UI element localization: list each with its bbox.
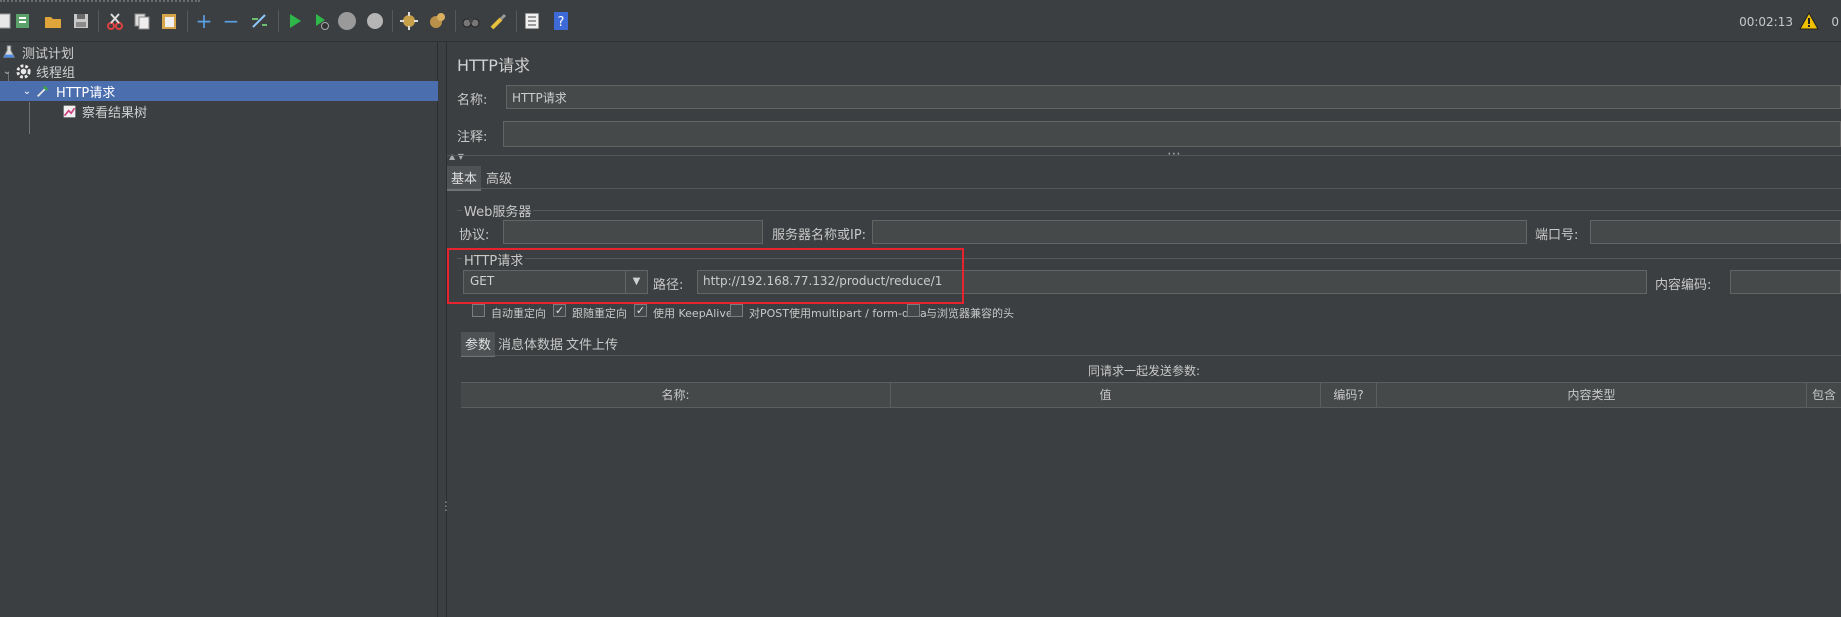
warning-icon[interactable] xyxy=(1799,12,1819,30)
search-icon[interactable] xyxy=(460,10,482,32)
subtab-divider xyxy=(461,355,1841,356)
collapse-icon[interactable]: − xyxy=(220,10,242,32)
content-encoding-field[interactable] xyxy=(1730,270,1841,294)
auto-redirect-checkbox[interactable] xyxy=(472,304,485,317)
comment-label: 注释: xyxy=(457,130,488,145)
params-table-body[interactable] xyxy=(461,408,1841,617)
divider-grip-icon[interactable]: ⋯ xyxy=(1167,146,1181,162)
tab-parameters[interactable]: 参数 xyxy=(461,332,496,357)
keepalive-label: 使用 KeepAlive xyxy=(653,307,733,320)
tab-advanced[interactable]: 高级 xyxy=(482,166,516,189)
column-value[interactable]: 值 xyxy=(891,383,1321,407)
column-name[interactable]: 名称: xyxy=(461,383,891,407)
toolbar-separator xyxy=(392,10,393,32)
shutdown-icon[interactable] xyxy=(364,10,386,32)
params-table-header: 名称: 值 编码? 内容类型 包含 xyxy=(461,382,1841,408)
svg-text:?: ? xyxy=(558,15,565,30)
tab-divider xyxy=(447,188,1841,189)
tree-item-http-request[interactable]: ⌄ HTTP请求 xyxy=(0,81,438,101)
http-request-panel: HTTP请求 名称: HTTP请求 注释: ▲ ▼ ⋯ 基本 高级 Web服务器… xyxy=(447,42,1841,617)
function-helper-icon[interactable] xyxy=(521,10,543,32)
open-icon[interactable] xyxy=(42,10,64,32)
browser-headers-checkbox[interactable] xyxy=(907,304,920,317)
keepalive-checkbox[interactable]: ✓ xyxy=(634,304,647,317)
column-include[interactable]: 包含 xyxy=(1807,383,1841,407)
params-caption: 同请求一起发送参数: xyxy=(1087,364,1201,378)
web-server-group-title: Web服务器 xyxy=(462,201,534,220)
tab-body-data[interactable]: 消息体数据 xyxy=(494,332,567,355)
page-title: HTTP请求 xyxy=(457,56,530,75)
toggle-icon[interactable] xyxy=(248,10,270,32)
save-icon[interactable] xyxy=(70,10,92,32)
tree-item-label: HTTP请求 xyxy=(56,85,116,101)
tab-file-upload[interactable]: 文件上传 xyxy=(562,332,622,355)
menu-bar-remnant xyxy=(0,0,200,3)
follow-redirect-checkbox[interactable]: ✓ xyxy=(553,304,566,317)
web-server-group-border xyxy=(457,210,1841,211)
highlight-annotation-box xyxy=(447,248,964,304)
tree-item-label: 线程组 xyxy=(36,65,76,81)
multipart-label: 对POST使用multipart / form-data xyxy=(749,307,927,320)
elapsed-timer: 00:02:13 xyxy=(1739,15,1793,29)
chevron-down-icon[interactable]: ⌄ xyxy=(0,66,14,77)
port-label: 端口号: xyxy=(1535,228,1579,243)
chevron-down-icon[interactable]: ⌄ xyxy=(20,86,34,97)
protocol-field[interactable] xyxy=(503,220,763,244)
test-plan-icon xyxy=(0,43,18,61)
toolbar-separator xyxy=(98,10,99,32)
tree-panel-splitter[interactable]: ⋮ xyxy=(438,42,452,617)
toolbar-separator xyxy=(278,10,279,32)
toolbar-separator xyxy=(187,10,188,32)
multipart-checkbox[interactable] xyxy=(730,304,743,317)
toolbar-separator xyxy=(455,10,456,32)
divider xyxy=(447,155,1841,156)
column-content-type[interactable]: 内容类型 xyxy=(1377,383,1807,407)
results-tree-chart-icon xyxy=(60,102,78,120)
copy-icon[interactable] xyxy=(131,10,153,32)
tree-item-test-plan[interactable]: 测试计划 xyxy=(0,42,438,62)
paste-icon[interactable] xyxy=(158,10,180,32)
auto-redirect-label: 自动重定向 xyxy=(491,307,546,320)
port-field[interactable] xyxy=(1590,220,1841,244)
toolbar-separator xyxy=(516,10,517,32)
clear-all-icon[interactable] xyxy=(426,10,448,32)
reset-search-icon[interactable] xyxy=(488,10,510,32)
column-encode[interactable]: 编码? xyxy=(1321,383,1377,407)
name-label: 名称: xyxy=(457,93,488,108)
comment-field[interactable] xyxy=(503,121,1841,147)
thread-group-gear-icon xyxy=(14,62,32,80)
toolbar: + − ? 00:02:13 0 xyxy=(0,0,1841,42)
collapse-arrows-icon[interactable]: ▲ ▼ xyxy=(449,152,464,161)
stop-icon[interactable] xyxy=(336,10,358,32)
server-name-label: 服务器名称或IP: xyxy=(772,228,867,243)
tree-item-label: 察看结果树 xyxy=(82,105,148,121)
cut-icon[interactable] xyxy=(104,10,126,32)
tree-item-view-results-tree[interactable]: 察看结果树 xyxy=(0,101,438,121)
tree-item-label: 测试计划 xyxy=(22,46,75,62)
splitter-grip-icon[interactable]: ⋮ xyxy=(440,500,452,520)
help-icon[interactable]: ? xyxy=(550,10,572,32)
follow-redirect-label: 跟随重定向 xyxy=(572,307,627,320)
http-sampler-pipette-icon xyxy=(34,82,52,100)
start-no-pause-icon[interactable] xyxy=(310,10,332,32)
clear-icon[interactable] xyxy=(398,10,420,32)
warning-count: 0 xyxy=(1831,15,1839,29)
expand-icon[interactable]: + xyxy=(193,10,215,32)
test-plan-tree: 测试计划 ⌄ 线程组 ⌄ HTTP请求 察看结果树 xyxy=(0,42,438,617)
name-field[interactable]: HTTP请求 xyxy=(506,85,1841,109)
tree-item-thread-group[interactable]: ⌄ 线程组 xyxy=(0,61,438,81)
start-icon[interactable] xyxy=(284,10,306,32)
content-encoding-label: 内容编码: xyxy=(1655,278,1712,293)
server-name-field[interactable] xyxy=(872,220,1527,244)
browser-headers-label: 与浏览器兼容的头 xyxy=(926,307,1014,320)
templates-icon[interactable] xyxy=(12,10,34,32)
protocol-label: 协议: xyxy=(459,228,490,243)
